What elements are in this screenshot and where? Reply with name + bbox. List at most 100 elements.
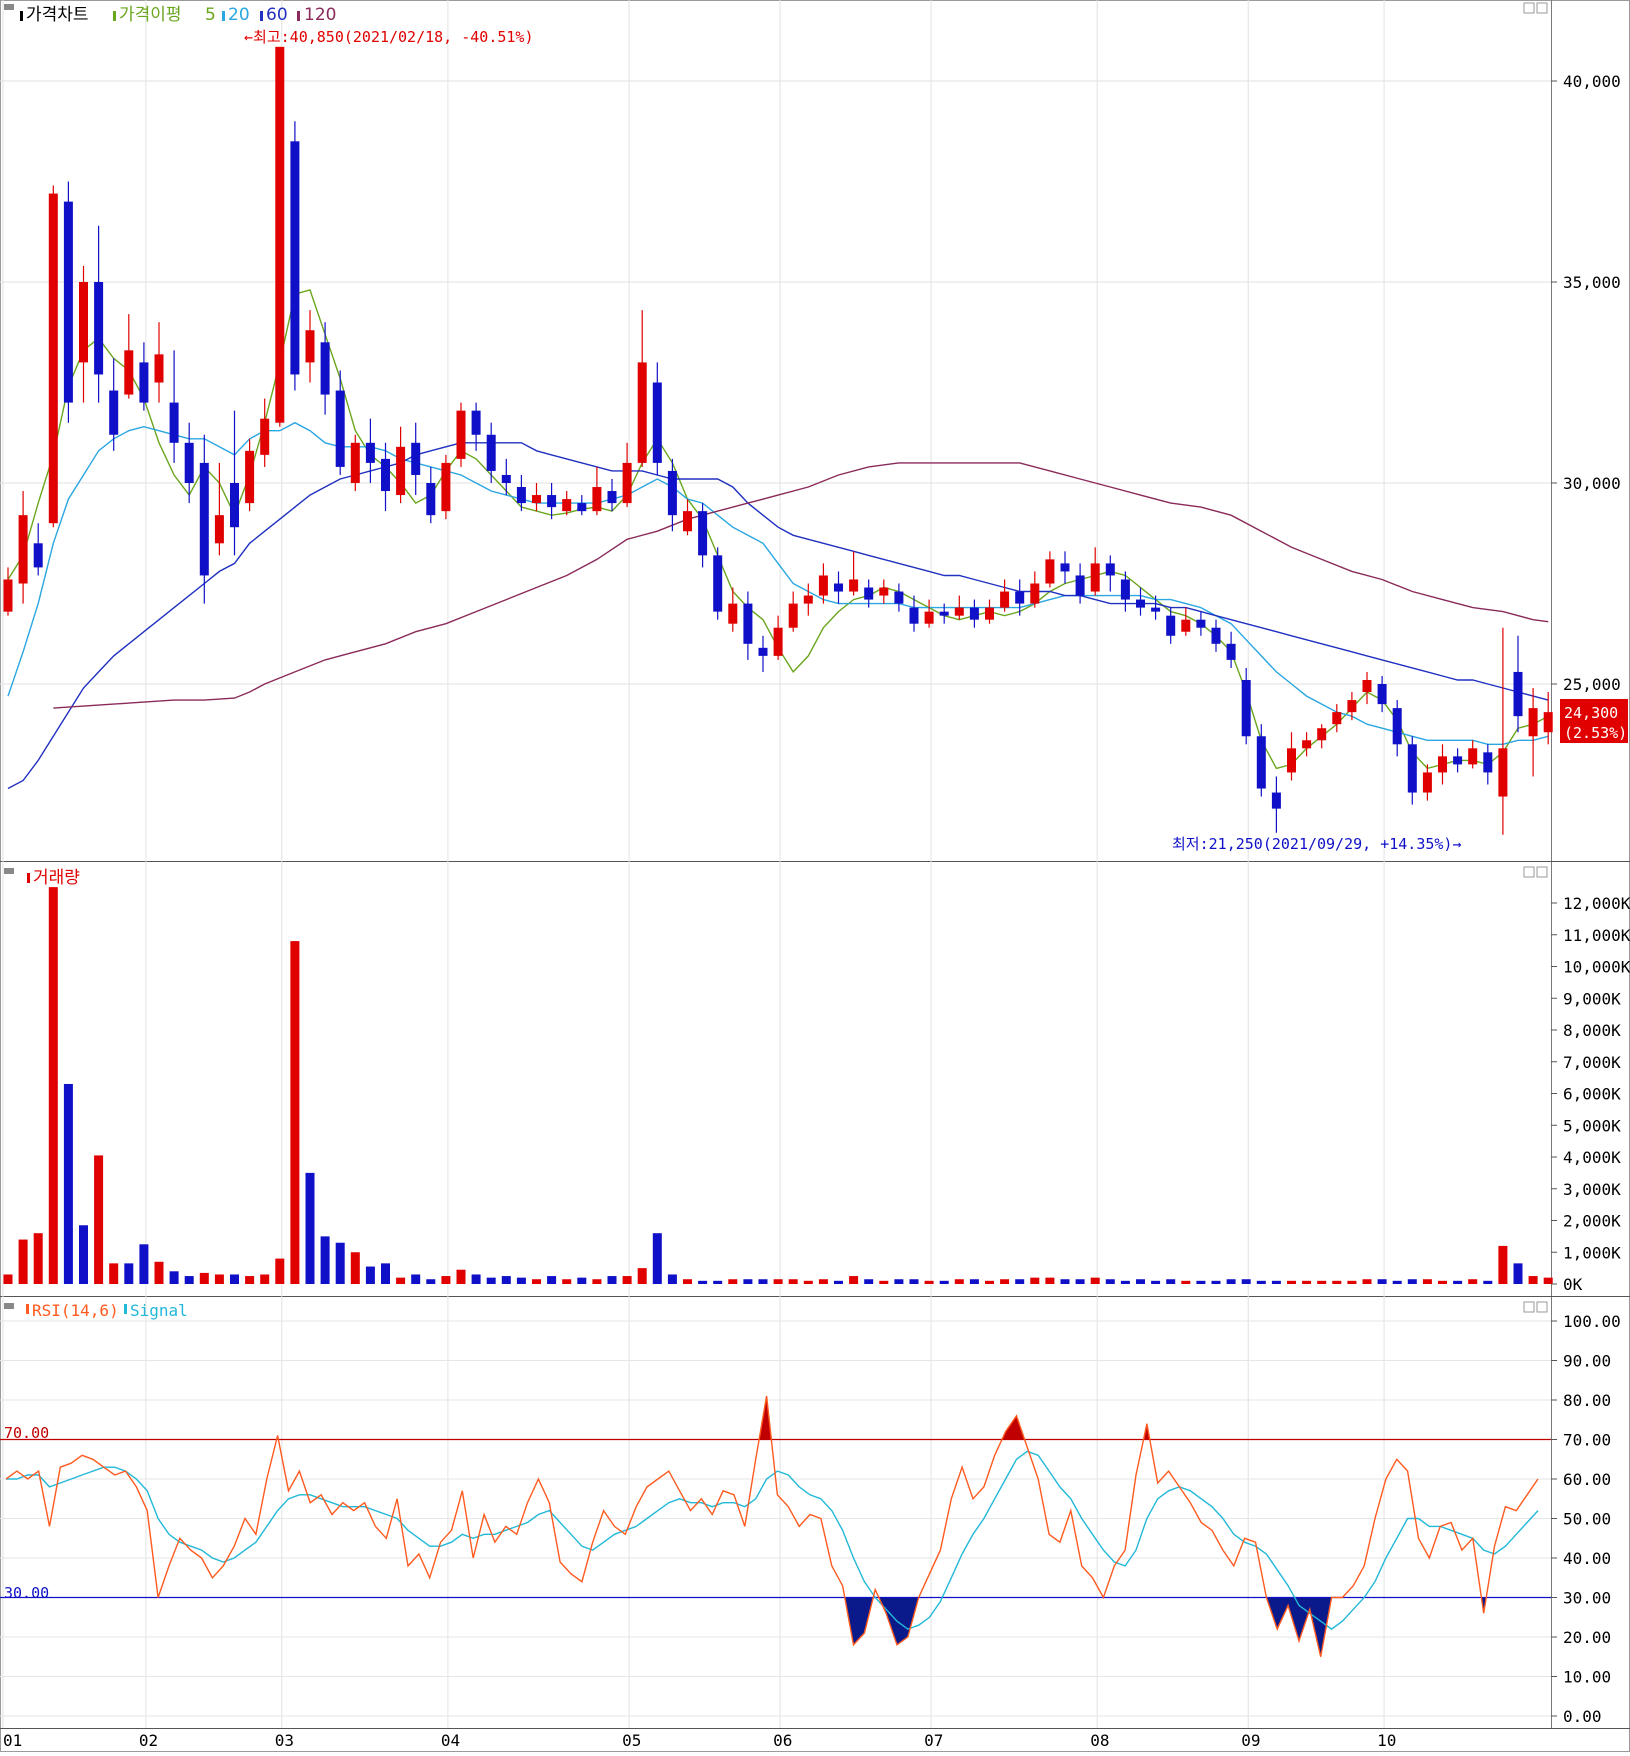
- volume-bar-up: [1332, 1280, 1342, 1284]
- volume-bar-down: [1015, 1279, 1025, 1284]
- close-icon[interactable]: [1536, 866, 1548, 878]
- candle-down: [1015, 591, 1025, 604]
- candle-down: [94, 282, 104, 375]
- candle-up: [18, 515, 28, 584]
- volume-bar-down: [169, 1271, 179, 1284]
- rsi-tick-label: 60.00: [1563, 1470, 1611, 1489]
- candle-up: [1528, 708, 1538, 737]
- candle-down: [139, 362, 149, 403]
- volume-bar-up: [924, 1280, 934, 1284]
- candle-up: [1498, 748, 1508, 797]
- candle-down: [909, 607, 919, 624]
- candle-down: [939, 611, 949, 616]
- candle-down: [381, 458, 390, 492]
- rsi-tick-label: 100.00: [1563, 1312, 1621, 1331]
- candle-down: [758, 647, 768, 656]
- volume-bar-up: [214, 1274, 224, 1284]
- candle-down: [411, 442, 421, 475]
- volume-bar-down: [652, 1233, 662, 1284]
- candle-up: [79, 282, 88, 363]
- legend-ma120: 120: [304, 5, 336, 25]
- candle-up: [773, 627, 783, 656]
- legend-ma20: 20: [228, 5, 250, 25]
- candle-up: [622, 462, 632, 504]
- candle-down: [1226, 643, 1236, 660]
- legend-ma-title: 가격이평: [119, 5, 182, 25]
- volume-bar-up: [879, 1280, 889, 1284]
- volume-bar-down: [501, 1276, 511, 1284]
- volume-bar-up: [275, 1258, 285, 1284]
- volume-bar-up: [592, 1279, 602, 1284]
- x-tick-label: 01: [3, 1731, 22, 1750]
- volume-bar-down: [124, 1263, 134, 1284]
- volume-bar-down: [335, 1242, 345, 1284]
- legend-ma5: 5: [205, 5, 216, 25]
- candle-up: [879, 587, 889, 596]
- candle-up: [1000, 591, 1010, 608]
- price-tick-label: 25,000: [1563, 675, 1621, 694]
- volume-tick-label: 12,000K: [1563, 894, 1630, 913]
- minimize-icon[interactable]: [1523, 2, 1535, 14]
- volume-bar-up: [773, 1279, 783, 1284]
- legend-marker-signal: [124, 1304, 127, 1314]
- volume-bar-down: [1453, 1280, 1463, 1284]
- pane-menu-icon[interactable]: [4, 868, 14, 874]
- legend-volume-title: 거래량: [33, 868, 80, 888]
- candle-down: [1151, 607, 1161, 612]
- volume-tick-label: 8,000K: [1563, 1021, 1621, 1040]
- volume-bar-down: [426, 1279, 436, 1284]
- price-tick-label: 35,000: [1563, 273, 1621, 292]
- volume-bar-up: [1347, 1280, 1357, 1284]
- candle-down: [365, 442, 375, 463]
- minimize-icon[interactable]: [1523, 866, 1535, 878]
- volume-bar-up: [1422, 1279, 1432, 1284]
- price-tick-label: 40,000: [1563, 72, 1621, 91]
- volume-bar-up: [1302, 1280, 1312, 1284]
- rsi-tick-label: 20.00: [1563, 1628, 1611, 1647]
- x-tick-label: 03: [275, 1731, 294, 1750]
- candle-up: [728, 603, 738, 624]
- x-tick-label: 08: [1090, 1731, 1109, 1750]
- volume-bar-up: [350, 1252, 360, 1284]
- candle-down: [63, 201, 73, 403]
- volume-bar-up: [728, 1279, 738, 1284]
- volume-bar-down: [320, 1236, 330, 1284]
- close-icon[interactable]: [1536, 2, 1548, 14]
- volume-tick-label: 5,000K: [1563, 1116, 1621, 1135]
- volume-bar-down: [758, 1279, 768, 1284]
- candle-down: [1060, 563, 1070, 572]
- rsi-tick-label: 0.00: [1563, 1707, 1602, 1726]
- candle-down: [1407, 744, 1417, 793]
- volume-bar-down: [79, 1225, 88, 1284]
- volume-bar-down: [1120, 1280, 1130, 1284]
- volume-bar-down: [713, 1280, 723, 1284]
- pane-menu-icon[interactable]: [4, 1303, 14, 1309]
- candle-up: [924, 611, 934, 624]
- candle-down: [894, 591, 904, 604]
- candle-down: [109, 390, 119, 435]
- minimize-icon[interactable]: [1523, 1301, 1535, 1313]
- volume-bar-up: [637, 1268, 647, 1284]
- candle-up: [441, 462, 451, 512]
- candle-up: [1438, 756, 1447, 773]
- volume-bar-up: [1438, 1280, 1447, 1284]
- volume-bar-down: [305, 1172, 315, 1284]
- volume-tick-label: 3,000K: [1563, 1180, 1621, 1199]
- candle-up: [124, 350, 134, 395]
- volume-bar-up: [1181, 1280, 1191, 1284]
- volume-bar-up: [788, 1279, 798, 1284]
- candle-down: [743, 603, 753, 644]
- pane-menu-icon[interactable]: [4, 4, 14, 10]
- x-tick-label: 06: [773, 1731, 792, 1750]
- rsi-tick-label: 10.00: [1563, 1668, 1611, 1687]
- close-icon[interactable]: [1536, 1301, 1548, 1313]
- rsi-tick-label: 40.00: [1563, 1549, 1611, 1568]
- volume-bar-up: [94, 1155, 104, 1284]
- volume-bar-up: [1287, 1280, 1296, 1284]
- volume-bar-up: [18, 1239, 28, 1284]
- legend-rsi-title: RSI(14,6): [32, 1301, 119, 1320]
- candle-down: [199, 462, 209, 576]
- volume-bar-down: [1105, 1279, 1115, 1284]
- candle-down: [1211, 627, 1221, 644]
- candle-down: [1453, 756, 1463, 765]
